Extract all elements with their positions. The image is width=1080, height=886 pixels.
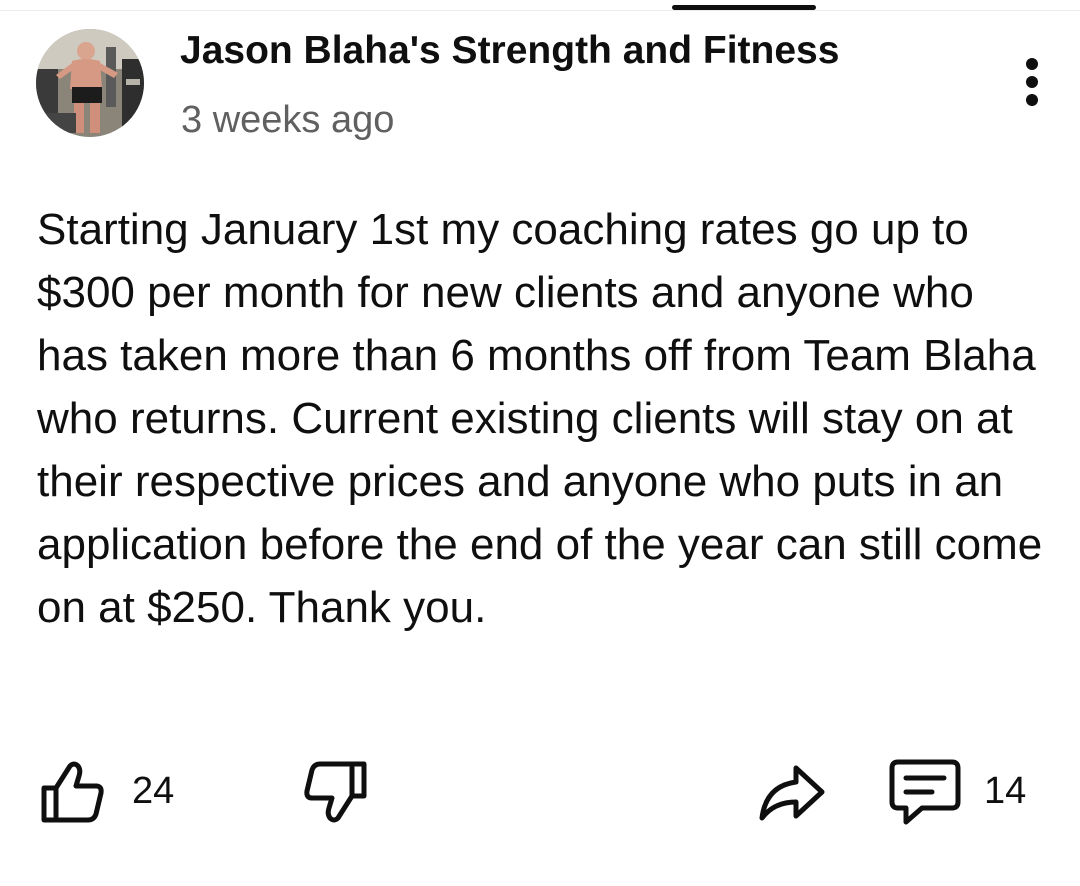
channel-name[interactable]: Jason Blaha's Strength and Fitness	[180, 28, 839, 74]
more-vertical-icon	[1026, 58, 1038, 106]
drag-handle[interactable]	[672, 5, 816, 10]
like-count: 24	[132, 770, 175, 812]
top-divider	[0, 10, 1080, 11]
comment-count: 14	[984, 770, 1027, 812]
post-timestamp[interactable]: 3 weeks ago	[181, 98, 394, 142]
avatar-image	[36, 29, 144, 137]
thumbs-down-icon	[304, 761, 367, 823]
channel-avatar[interactable]	[36, 29, 144, 137]
share-icon	[759, 765, 825, 821]
share-button[interactable]	[756, 758, 826, 826]
post-body-text: Starting January 1st my coaching rates g…	[37, 205, 1043, 632]
comment-icon	[889, 759, 961, 825]
comments-button[interactable]	[888, 756, 962, 828]
thumbs-up-icon	[41, 761, 104, 823]
like-button[interactable]	[38, 758, 106, 826]
dislike-button[interactable]	[302, 758, 370, 826]
more-options-button[interactable]	[1012, 52, 1052, 116]
